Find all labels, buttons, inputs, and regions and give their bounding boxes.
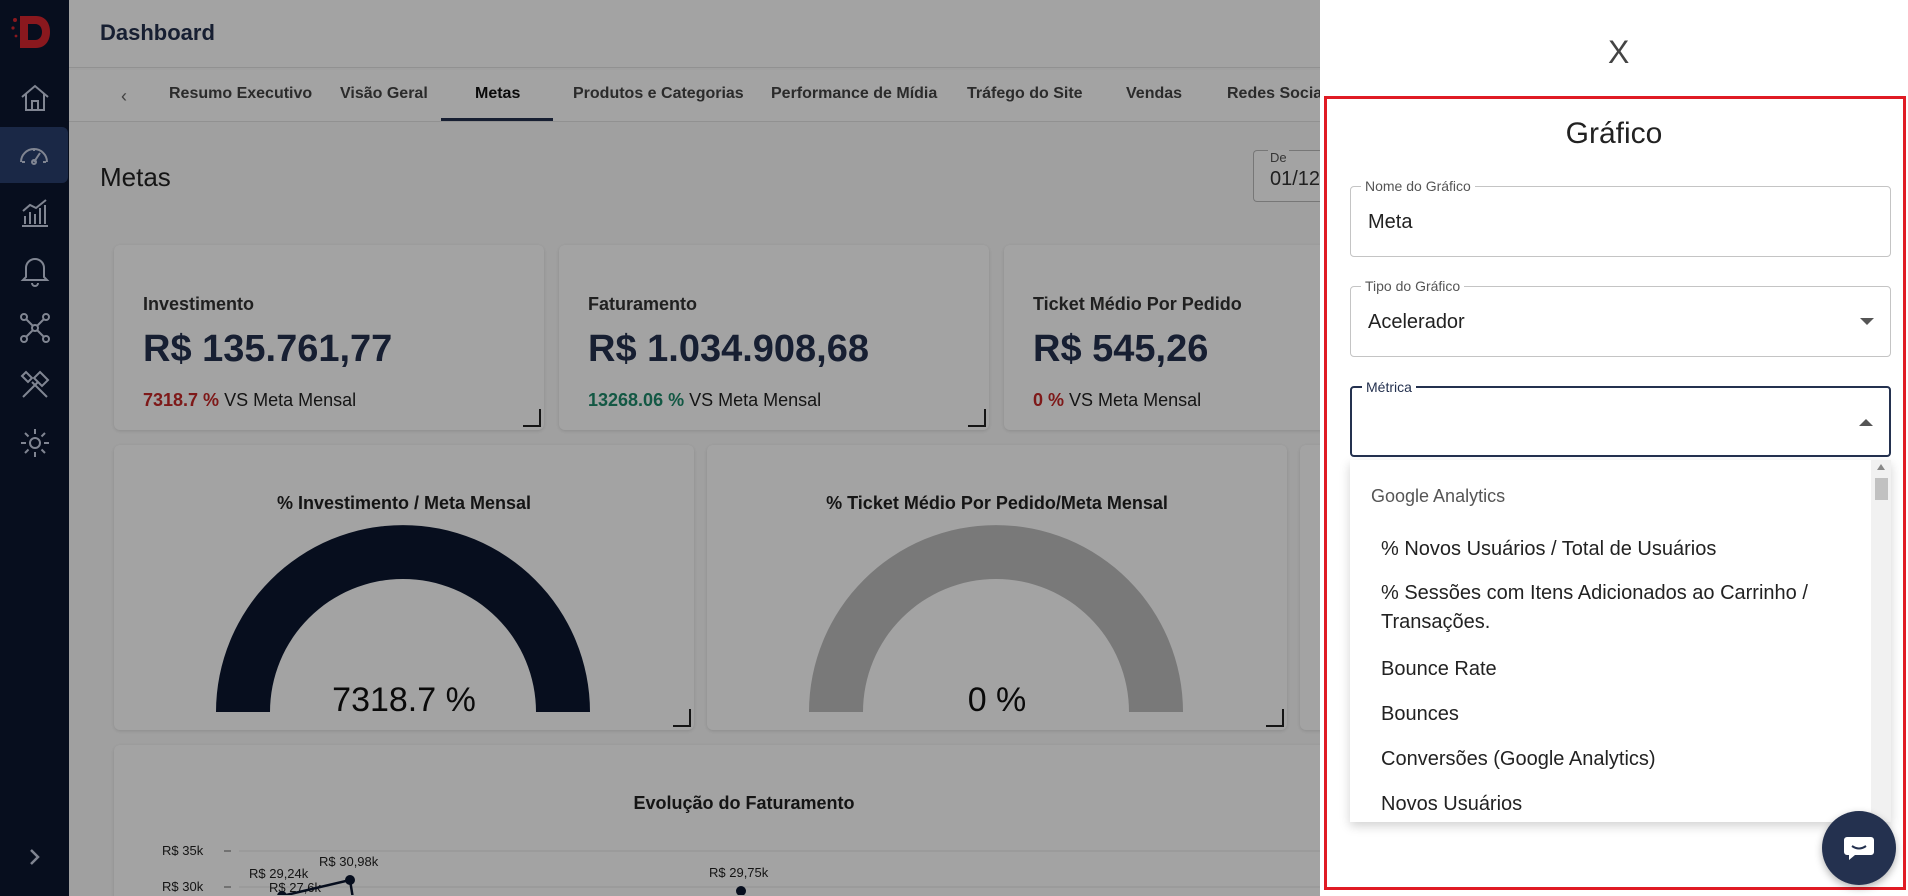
close-button[interactable]: X [1608,34,1629,71]
chart-type-select[interactable]: Tipo do Gráfico Acelerador [1350,278,1891,357]
metric-dropdown-list: Google Analytics % Novos Usuários / Tota… [1350,460,1891,822]
dropdown-arrow-icon[interactable] [1860,318,1874,325]
dropdown-scrollbar[interactable] [1871,460,1891,822]
metric-option[interactable]: Novos Usuários [1381,790,1851,819]
panel-title: Gráfico [1565,117,1663,150]
metric-option[interactable]: Conversões (Google Analytics) [1381,745,1851,774]
modal-backdrop[interactable] [0,0,1320,896]
scroll-up-icon[interactable] [1877,464,1885,470]
chat-icon [1844,837,1874,860]
metric-label: Métrica [1362,379,1416,395]
chart-type-value: Acelerador [1368,311,1465,333]
chat-button[interactable] [1822,811,1896,885]
chart-name-value: Meta [1368,211,1413,233]
metric-option[interactable]: % Novos Usuários / Total de Usuários [1381,535,1851,564]
chart-type-label: Tipo do Gráfico [1361,278,1465,294]
metric-option[interactable]: % Sessões com Itens Adicionados ao Carri… [1381,579,1851,637]
metric-option[interactable]: Bounces [1381,700,1851,729]
scroll-thumb[interactable] [1875,478,1888,500]
metric-option[interactable]: Bounce Rate [1381,655,1851,684]
dropdown-arrow-up-icon[interactable] [1859,419,1873,426]
chart-config-panel: X Gráfico Nome do Gráfico Meta Tipo do G… [1320,0,1908,896]
option-group-header: Google Analytics [1371,486,1506,506]
metric-select[interactable]: Métrica [1350,379,1891,457]
chart-name-field[interactable]: Nome do Gráfico Meta [1350,178,1891,257]
chart-name-label: Nome do Gráfico [1361,178,1475,194]
